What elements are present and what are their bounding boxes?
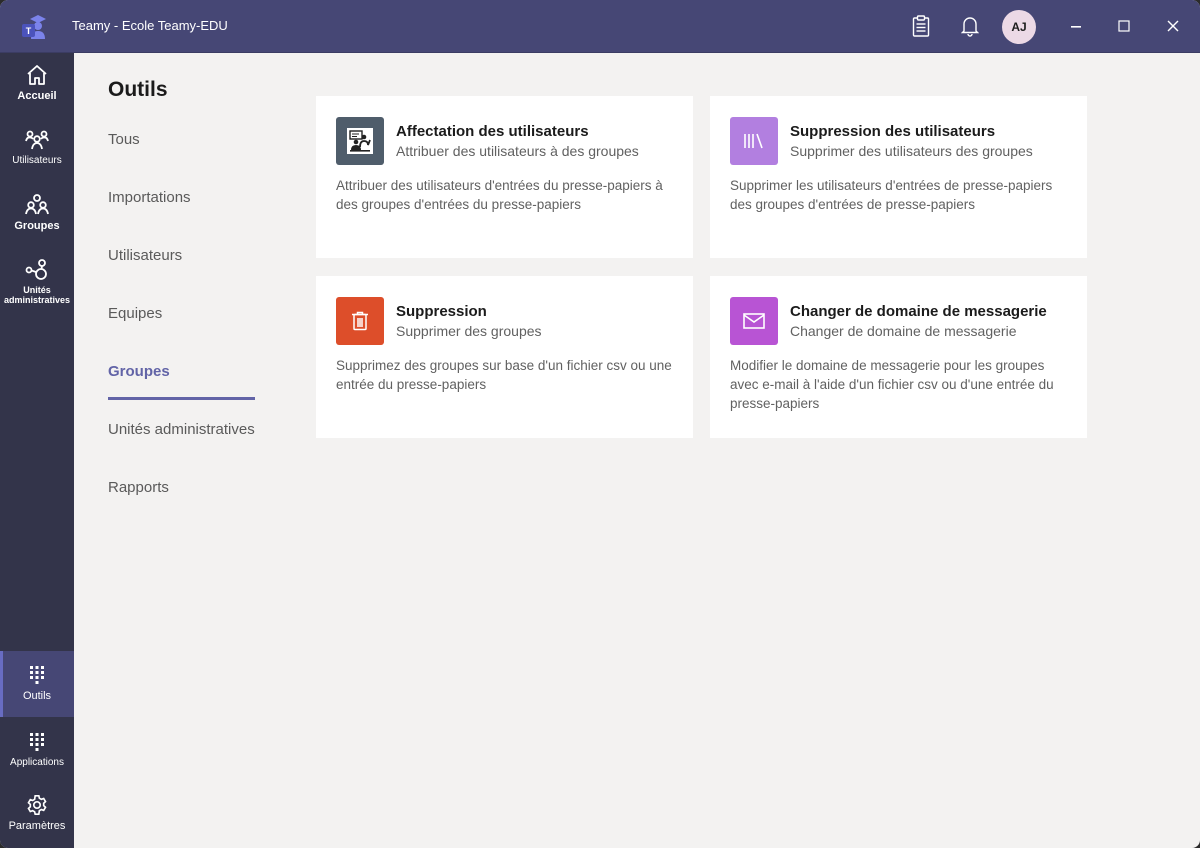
users-icon — [25, 128, 49, 152]
nav-item-importations[interactable]: Importations — [108, 189, 191, 206]
bell-icon[interactable] — [958, 14, 982, 38]
card-description: Supprimez des groupes sur base d'un fich… — [336, 358, 672, 392]
card-subtitle: Changer de domaine de messagerie — [790, 323, 1017, 339]
rail-item-unites-administratives[interactable]: Unités administratives — [0, 248, 74, 318]
card-title: Suppression des utilisateurs — [790, 123, 996, 140]
rail-item-label: Groupes — [14, 220, 60, 232]
library-icon — [730, 117, 778, 165]
tool-card-affectation-utilisateurs[interactable]: Affectation des utilisateurs Attribuer d… — [316, 96, 693, 258]
rail-item-label: Unités administratives — [3, 285, 71, 305]
page-title: Outils — [108, 78, 168, 101]
nav-item-groupes[interactable]: Groupes — [108, 363, 170, 380]
svg-text:T: T — [26, 26, 32, 36]
card-description: Attribuer des utilisateurs d'entrées du … — [336, 178, 663, 212]
minimize-icon[interactable] — [1064, 14, 1088, 38]
groups-icon — [25, 193, 49, 217]
nav-item-unites-administratives[interactable]: Unités administratives — [108, 421, 255, 438]
clipboard-icon[interactable] — [909, 14, 933, 38]
card-description: Supprimer les utilisateurs d'entrées de … — [730, 178, 1053, 212]
app-window: T Teamy - Ecole Teamy-EDU AJ Accueil Uti… — [0, 0, 1200, 848]
card-subtitle: Supprimer des groupes — [396, 323, 542, 339]
grid-icon — [25, 730, 49, 754]
card-subtitle: Attribuer des utilisateurs à des groupes — [396, 143, 639, 159]
card-title: Affectation des utilisateurs — [396, 123, 589, 140]
rail-item-label: Utilisateurs — [12, 155, 62, 166]
app-logo-icon: T — [20, 13, 48, 41]
mail-icon — [730, 297, 778, 345]
card-title: Changer de domaine de messagerie — [790, 303, 1047, 320]
tool-card-suppression-utilisateurs[interactable]: Suppression des utilisateurs Supprimer d… — [710, 96, 1087, 258]
title-bar: T Teamy - Ecole Teamy-EDU AJ — [0, 0, 1200, 53]
rail-item-applications[interactable]: Applications — [0, 718, 74, 782]
avatar[interactable]: AJ — [1002, 10, 1036, 44]
close-icon[interactable] — [1161, 14, 1185, 38]
card-description: Modifier le domaine de messagerie pour l… — [730, 358, 1054, 411]
tool-card-changer-domaine-messagerie[interactable]: Changer de domaine de messagerie Changer… — [710, 276, 1087, 438]
rail-item-label: Paramètres — [8, 820, 66, 832]
nav-item-utilisateurs[interactable]: Utilisateurs — [108, 247, 182, 264]
rail-item-utilisateurs[interactable]: Utilisateurs — [0, 118, 74, 182]
nav-item-rapports[interactable]: Rapports — [108, 479, 169, 496]
nav-item-tous[interactable]: Tous — [108, 131, 140, 148]
nav-item-equipes[interactable]: Equipes — [108, 305, 162, 322]
active-nav-indicator — [108, 397, 255, 400]
card-title: Suppression — [396, 303, 487, 320]
home-icon — [25, 63, 49, 87]
rail-item-outils[interactable]: Outils — [0, 651, 74, 717]
admin-units-icon — [25, 258, 49, 282]
rail-item-groupes[interactable]: Groupes — [0, 183, 74, 247]
grid-icon — [25, 663, 49, 687]
card-subtitle: Supprimer des utilisateurs des groupes — [790, 143, 1033, 159]
app-rail: Accueil Utilisateurs Groupes Unités admi… — [0, 53, 74, 848]
trash-icon — [336, 297, 384, 345]
assign-users-icon — [336, 117, 384, 165]
rail-item-parametres[interactable]: Paramètres — [0, 783, 74, 847]
window-title: Teamy - Ecole Teamy-EDU — [72, 18, 228, 33]
rail-item-accueil[interactable]: Accueil — [0, 53, 74, 117]
rail-item-label: Outils — [22, 690, 52, 702]
rail-item-label: Applications — [10, 757, 64, 768]
gear-icon — [25, 793, 49, 817]
maximize-icon[interactable] — [1112, 14, 1136, 38]
rail-item-label: Accueil — [17, 90, 57, 102]
tool-card-suppression-groupes[interactable]: Suppression Supprimer des groupes Suppri… — [316, 276, 693, 438]
